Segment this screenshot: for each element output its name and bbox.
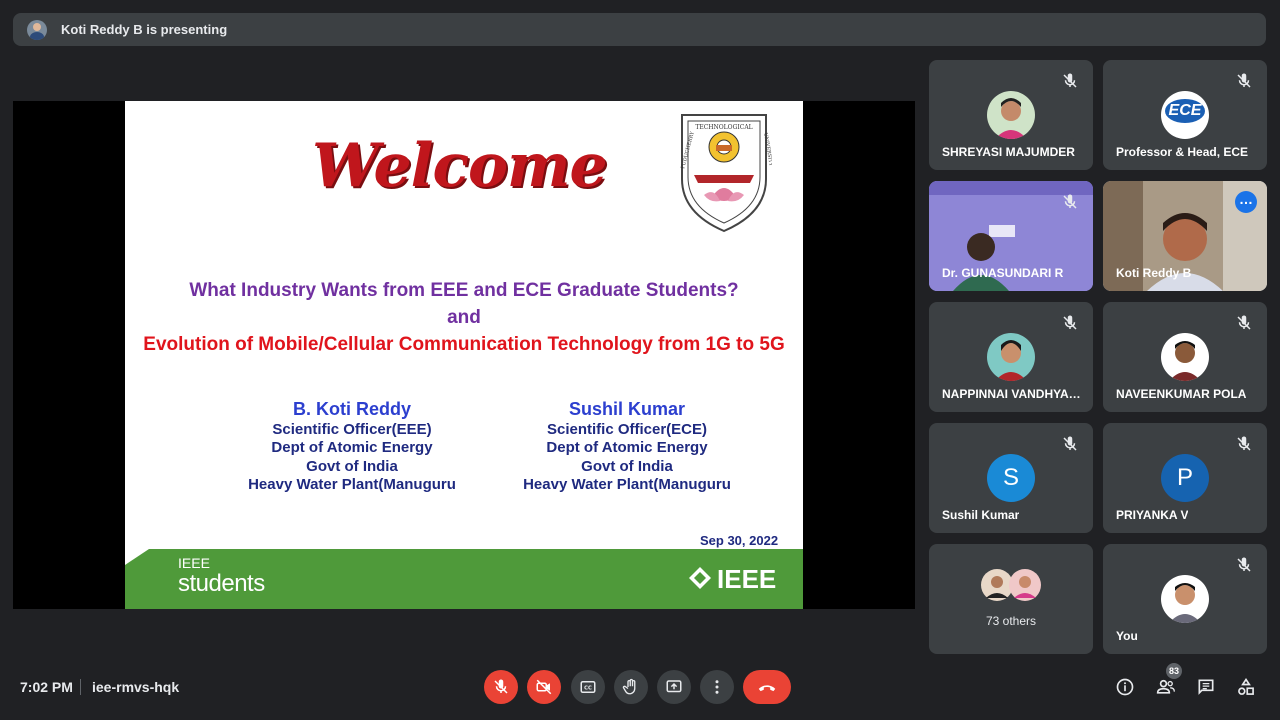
- footer-students: students: [178, 570, 265, 597]
- mic-off-icon: [1063, 436, 1077, 451]
- activities-icon: [1238, 677, 1254, 695]
- footer-notch: [125, 549, 149, 565]
- people-icon: [1156, 679, 1175, 694]
- camera-toggle-button[interactable]: [527, 670, 561, 704]
- footer-ieee-small: IEEE: [178, 555, 210, 571]
- mic-off-icon: [1063, 194, 1077, 209]
- hang-up-icon: [758, 685, 776, 692]
- mic-off-icon: [494, 679, 508, 694]
- mic-off-icon: [1063, 73, 1077, 88]
- participant-video-tile[interactable]: Dr. GUNASUNDARI R: [929, 181, 1093, 291]
- divider: [80, 679, 81, 695]
- mic-off-icon: [1237, 436, 1251, 451]
- participant-video-tile-active[interactable]: … Koti Reddy B: [1103, 181, 1267, 291]
- captions-button[interactable]: CC: [571, 670, 605, 704]
- camera-off-icon: [536, 679, 552, 695]
- presentation-slide: Welcome TECHNOLOGICAL PUDUCHERRY UNIVERS…: [125, 101, 803, 609]
- participant-name: Professor & Head, ECE: [1116, 145, 1249, 159]
- mic-off-icon: [1237, 557, 1251, 572]
- participant-tile[interactable]: ECE Professor & Head, ECE: [1103, 60, 1267, 170]
- participant-name: PRIYANKA V: [1116, 508, 1189, 522]
- more-vert-icon: [715, 680, 719, 694]
- participant-tile[interactable]: NAPPINNAI VANDHYA…: [929, 302, 1093, 412]
- participant-name: Sushil Kumar: [942, 508, 1020, 522]
- more-options-button[interactable]: [700, 670, 734, 704]
- author1-plant: Heavy Water Plant(Manuguru: [248, 476, 456, 493]
- participant-name: NAVEENKUMAR POLA: [1116, 387, 1247, 401]
- svg-text:CC: CC: [584, 685, 592, 691]
- slide-title-and: and: [447, 307, 481, 328]
- meeting-time: 7:02 PM: [20, 679, 73, 695]
- participant-avatar: [987, 333, 1035, 381]
- participant-name: SHREYASI MAJUMDER: [942, 145, 1075, 159]
- self-tile[interactable]: You: [1103, 544, 1267, 654]
- participant-initial-avatar: P: [1161, 454, 1209, 502]
- mic-off-icon: [1063, 315, 1077, 330]
- ece-logo-avatar: ECE: [1161, 91, 1209, 139]
- mic-off-icon: [1237, 73, 1251, 88]
- meeting-details-button[interactable]: [1113, 675, 1137, 699]
- participant-name: You: [1116, 629, 1138, 643]
- author-block-1: B. Koti Reddy Scientific Officer(EEE) De…: [237, 400, 467, 495]
- author2-dept: Dept of Atomic Energy: [546, 439, 708, 456]
- slide-footer: IEEE students IEEE: [125, 549, 803, 609]
- mic-toggle-button[interactable]: [484, 670, 518, 704]
- ieee-diamond-icon: [689, 567, 711, 589]
- author1-name: B. Koti Reddy: [292, 399, 411, 419]
- others-count: 73 others: [985, 614, 1037, 628]
- chat-icon: [1198, 679, 1214, 695]
- others-tile[interactable]: 73 others: [929, 544, 1093, 654]
- meeting-code: iee-rmvs-hqk: [92, 679, 180, 695]
- ece-logo-text: ECE: [1165, 99, 1205, 123]
- author2-role: Scientific Officer(ECE): [546, 420, 708, 438]
- participant-avatar: [987, 91, 1035, 139]
- slide-welcome: Welcome: [312, 131, 608, 201]
- slide-title-line2: Evolution of Mobile/Cellular Communicati…: [143, 334, 785, 355]
- presenting-banner: Koti Reddy B is presenting: [13, 13, 1266, 46]
- author1-govt: Govt of India: [306, 457, 398, 475]
- footer-ieee-logo: IEEE: [717, 564, 777, 594]
- present-screen-icon: [666, 680, 682, 693]
- participant-name: Dr. GUNASUNDARI R: [942, 266, 1064, 280]
- presentation-stage[interactable]: Welcome TECHNOLOGICAL PUDUCHERRY UNIVERS…: [13, 101, 915, 609]
- captions-icon: CC: [580, 681, 596, 693]
- slide-title-line1: What Industry Wants from EEE and ECE Gra…: [189, 280, 739, 301]
- participant-initial-avatar: S: [987, 454, 1035, 502]
- participant-name: Koti Reddy B: [1116, 266, 1192, 280]
- author2-govt: Govt of India: [581, 457, 673, 475]
- participant-tile[interactable]: P PRIYANKA V: [1103, 423, 1267, 533]
- present-now-button[interactable]: [657, 670, 691, 704]
- mic-off-icon: [1237, 315, 1251, 330]
- author1-role: Scientific Officer(EEE): [272, 420, 432, 438]
- seal-text-top: TECHNOLOGICAL: [695, 124, 752, 131]
- others-avatars: [981, 569, 1041, 601]
- author2-name: Sushil Kumar: [568, 399, 686, 419]
- author1-dept: Dept of Atomic Energy: [271, 439, 433, 456]
- leave-call-button[interactable]: [743, 670, 791, 704]
- presenter-avatar: [27, 19, 47, 40]
- participant-avatar: [1161, 333, 1209, 381]
- more-options-icon[interactable]: …: [1235, 191, 1257, 213]
- participant-tile[interactable]: NAVEENKUMAR POLA: [1103, 302, 1267, 412]
- participant-name: NAPPINNAI VANDHYA…: [942, 387, 1081, 401]
- chat-button[interactable]: [1194, 675, 1218, 699]
- hand-icon: [622, 678, 636, 695]
- people-count-badge: 83: [1166, 663, 1182, 679]
- university-seal-logo: TECHNOLOGICAL PUDUCHERRY UNIVERSITY: [680, 114, 772, 233]
- self-avatar: [1161, 575, 1209, 623]
- slide-date: Sep 30, 2022: [700, 533, 779, 548]
- participant-tile[interactable]: SHREYASI MAJUMDER: [929, 60, 1093, 170]
- activities-button[interactable]: [1234, 675, 1258, 699]
- author-block-2: Sushil Kumar Scientific Officer(ECE) Dep…: [512, 400, 742, 495]
- info-icon: [1116, 678, 1134, 696]
- raise-hand-button[interactable]: [614, 670, 648, 704]
- author2-plant: Heavy Water Plant(Manuguru: [523, 476, 731, 493]
- bottom-control-bar: 7:02 PM iee-rmvs-hqk CC 83: [0, 660, 1280, 720]
- presenting-text: Koti Reddy B is presenting: [61, 22, 228, 37]
- participant-tile[interactable]: S Sushil Kumar: [929, 423, 1093, 533]
